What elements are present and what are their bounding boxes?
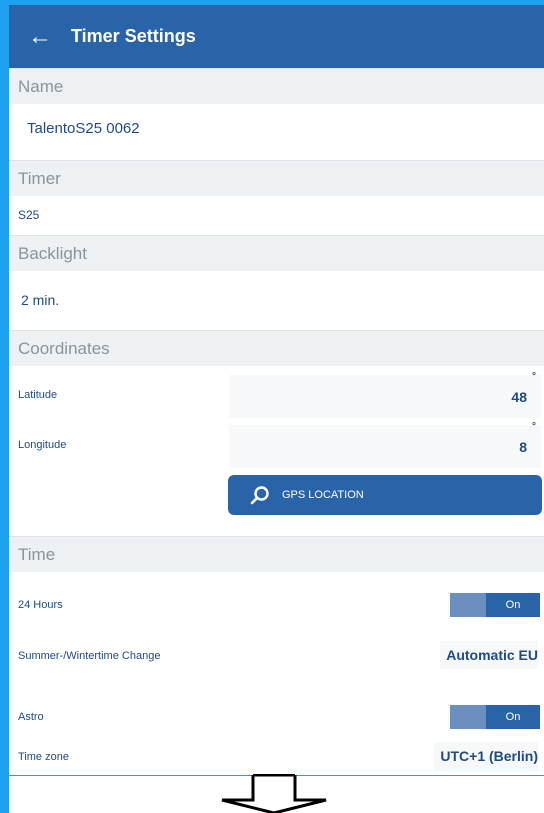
astro-label: Astro: [18, 711, 44, 723]
gps-location-button[interactable]: GPS LOCATION: [228, 475, 542, 515]
latitude-label: Latitude: [18, 389, 58, 401]
page-title: Timer Settings: [71, 26, 196, 46]
toggle-on-label: On: [505, 599, 521, 611]
latitude-input[interactable]: 48 °: [229, 371, 541, 418]
toggle-off-part: [450, 593, 486, 617]
summer-wintertime-label: Summer-/Wintertime Change: [18, 650, 161, 662]
backlight-field[interactable]: 2 min.: [9, 271, 544, 329]
section-header-name: Name: [9, 68, 544, 104]
hours24-label: 24 Hours: [18, 599, 63, 611]
latitude-value: 48: [511, 388, 527, 405]
search-icon: [250, 486, 269, 505]
gps-button-label: GPS LOCATION: [282, 489, 364, 501]
down-arrow-icon: [221, 774, 327, 813]
name-field[interactable]: TalentoS25 0062: [9, 104, 544, 152]
section-header-time: Time: [9, 536, 544, 572]
backlight-value: 2 min.: [21, 292, 60, 308]
timer-field: S25: [9, 196, 544, 234]
back-button[interactable]: ←: [9, 5, 71, 68]
frame-bottom-edge: [0, 776, 9, 813]
app-bar: ← Timer Settings: [9, 5, 544, 68]
longitude-value: 8: [519, 438, 527, 455]
summer-wintertime-value[interactable]: Automatic EU: [440, 641, 538, 669]
timezone-value[interactable]: UTC+1 (Berlin): [434, 742, 538, 770]
toggle-off-part: [450, 705, 486, 729]
app-screen: ← Timer Settings Name TalentoS25 0062 Ti…: [9, 5, 544, 775]
longitude-input[interactable]: 8 °: [229, 421, 541, 468]
degree-symbol: °: [532, 371, 536, 382]
section-header-backlight: Backlight: [9, 235, 544, 271]
section-header-timer: Timer: [9, 160, 544, 196]
longitude-label: Longitude: [18, 439, 67, 451]
hours24-toggle[interactable]: On: [450, 593, 540, 617]
arrow-left-icon: ←: [28, 22, 52, 50]
toggle-on-label: On: [505, 711, 521, 723]
timezone-label: Time zone: [18, 751, 69, 763]
timer-value: S25: [18, 208, 40, 222]
section-header-coordinates: Coordinates: [9, 330, 544, 366]
astro-toggle[interactable]: On: [450, 705, 540, 729]
name-value: TalentoS25 0062: [27, 119, 140, 137]
degree-symbol: °: [532, 421, 536, 432]
